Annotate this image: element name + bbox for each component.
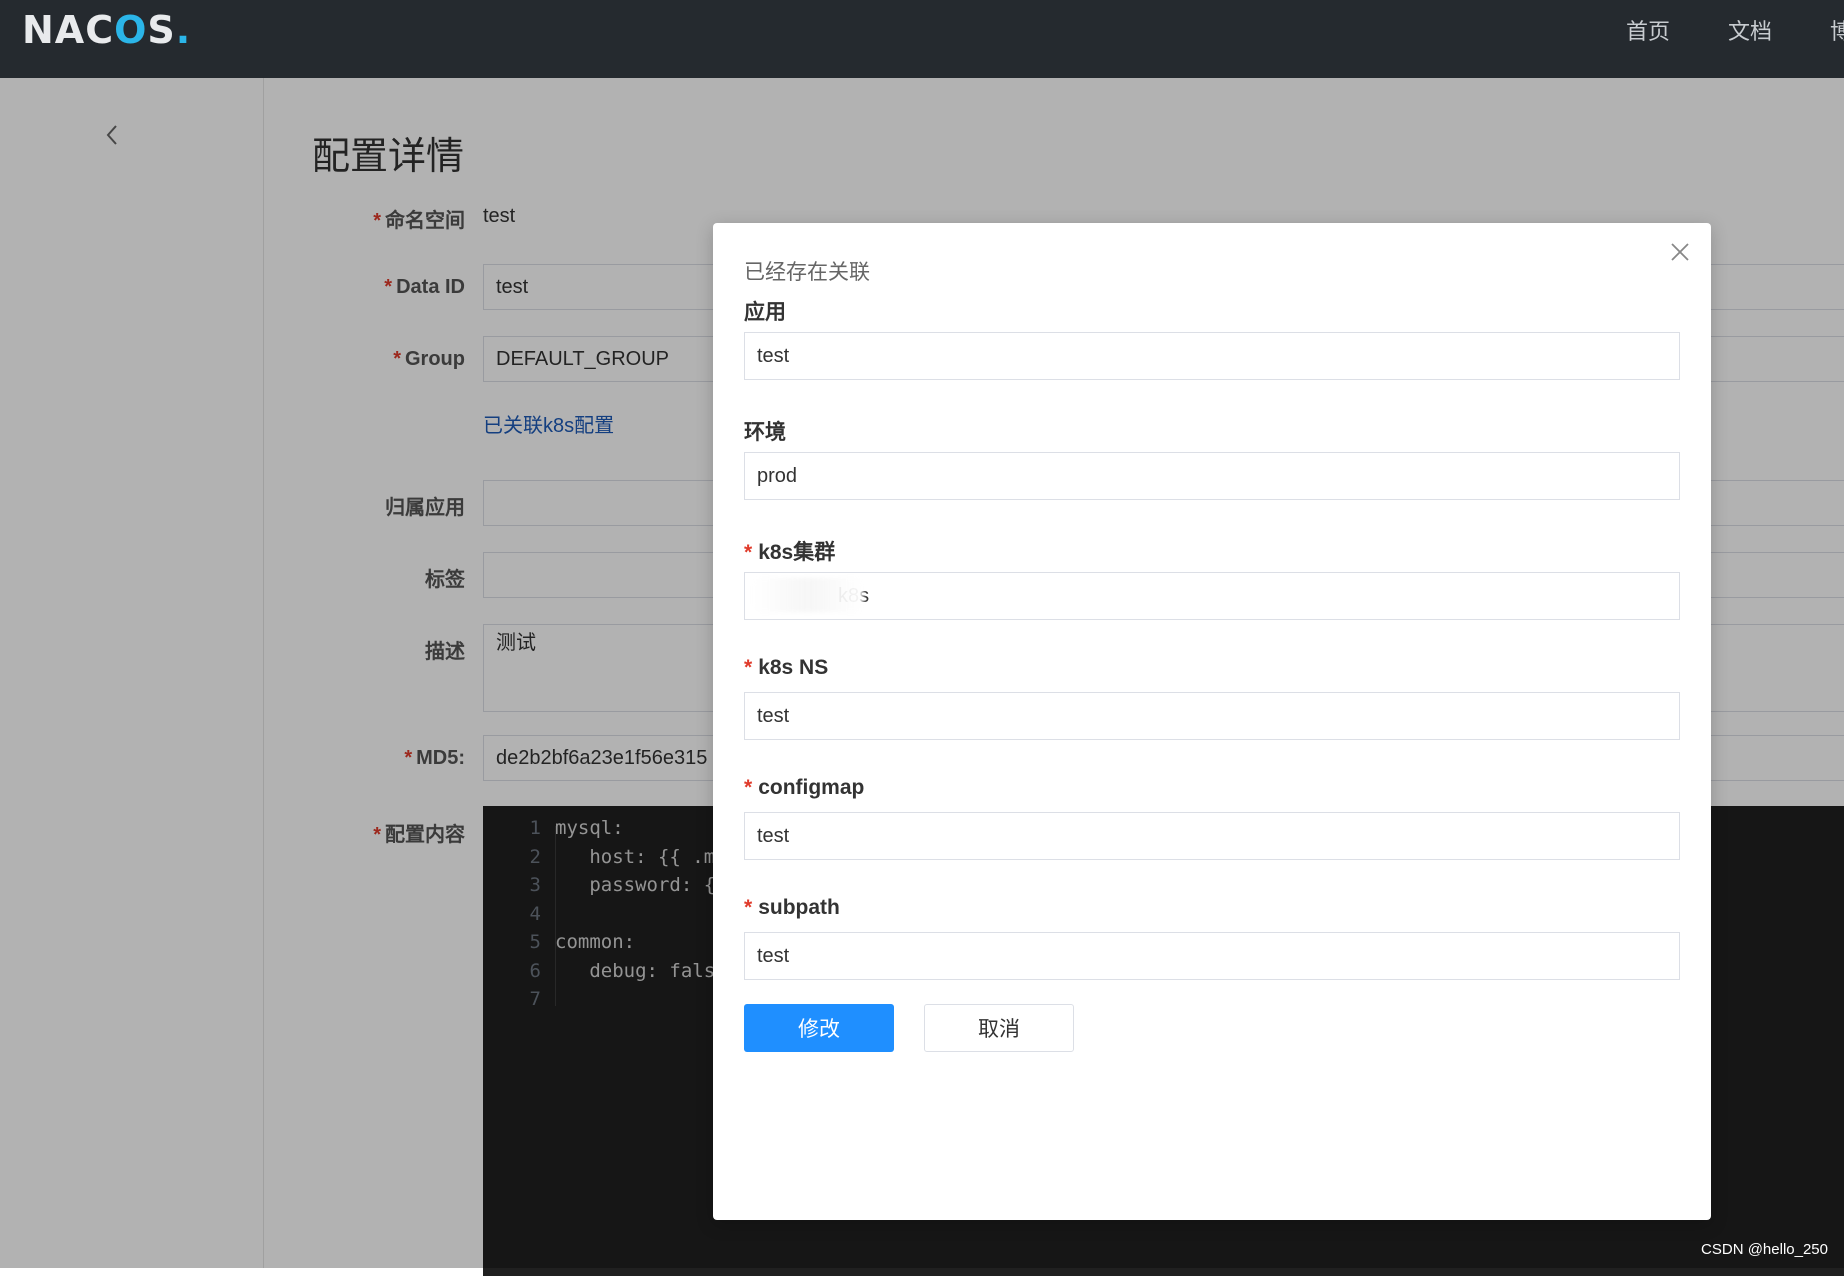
- k8s-ns-label: * k8s NS: [744, 656, 829, 679]
- cancel-button[interactable]: 取消: [924, 1004, 1074, 1052]
- nav-docs[interactable]: 文档: [1728, 14, 1772, 46]
- env-field-input[interactable]: prod: [744, 452, 1680, 500]
- subpath-input[interactable]: test: [744, 932, 1680, 980]
- app-field-label: 应用: [744, 301, 786, 324]
- nav-blog[interactable]: 博: [1830, 14, 1844, 46]
- watermark: CSDN @hello_250: [1701, 1241, 1828, 1258]
- k8s-association-dialog: 已经存在关联 应用 test 环境 prod *k8s集群 k8s *k8s N…: [713, 223, 1711, 1220]
- k8s-ns-input[interactable]: test: [744, 692, 1680, 740]
- close-icon[interactable]: [1669, 241, 1691, 263]
- logo-text-o: O: [114, 8, 148, 52]
- configmap-label: * configmap: [744, 776, 865, 799]
- dialog-title: 已经存在关联: [744, 261, 870, 284]
- configmap-input[interactable]: test: [744, 812, 1680, 860]
- submit-button[interactable]: 修改: [744, 1004, 894, 1052]
- logo-dot: .: [175, 8, 192, 52]
- nav-home[interactable]: 首页: [1626, 14, 1670, 46]
- top-header: NACOS. 首页 文档 博: [0, 0, 1844, 78]
- nacos-logo[interactable]: NACOS.: [22, 8, 191, 52]
- logo-text-c: C: [85, 8, 115, 52]
- app-field-input[interactable]: test: [744, 332, 1680, 380]
- logo-text-na: NA: [22, 8, 86, 52]
- redaction-mask: [753, 578, 863, 612]
- subpath-label: * subpath: [744, 896, 840, 919]
- env-field-label: 环境: [744, 421, 786, 444]
- k8s-cluster-input[interactable]: k8s: [744, 572, 1680, 620]
- logo-text-s: S: [147, 8, 176, 52]
- k8s-cluster-label: * k8s集群: [744, 541, 836, 564]
